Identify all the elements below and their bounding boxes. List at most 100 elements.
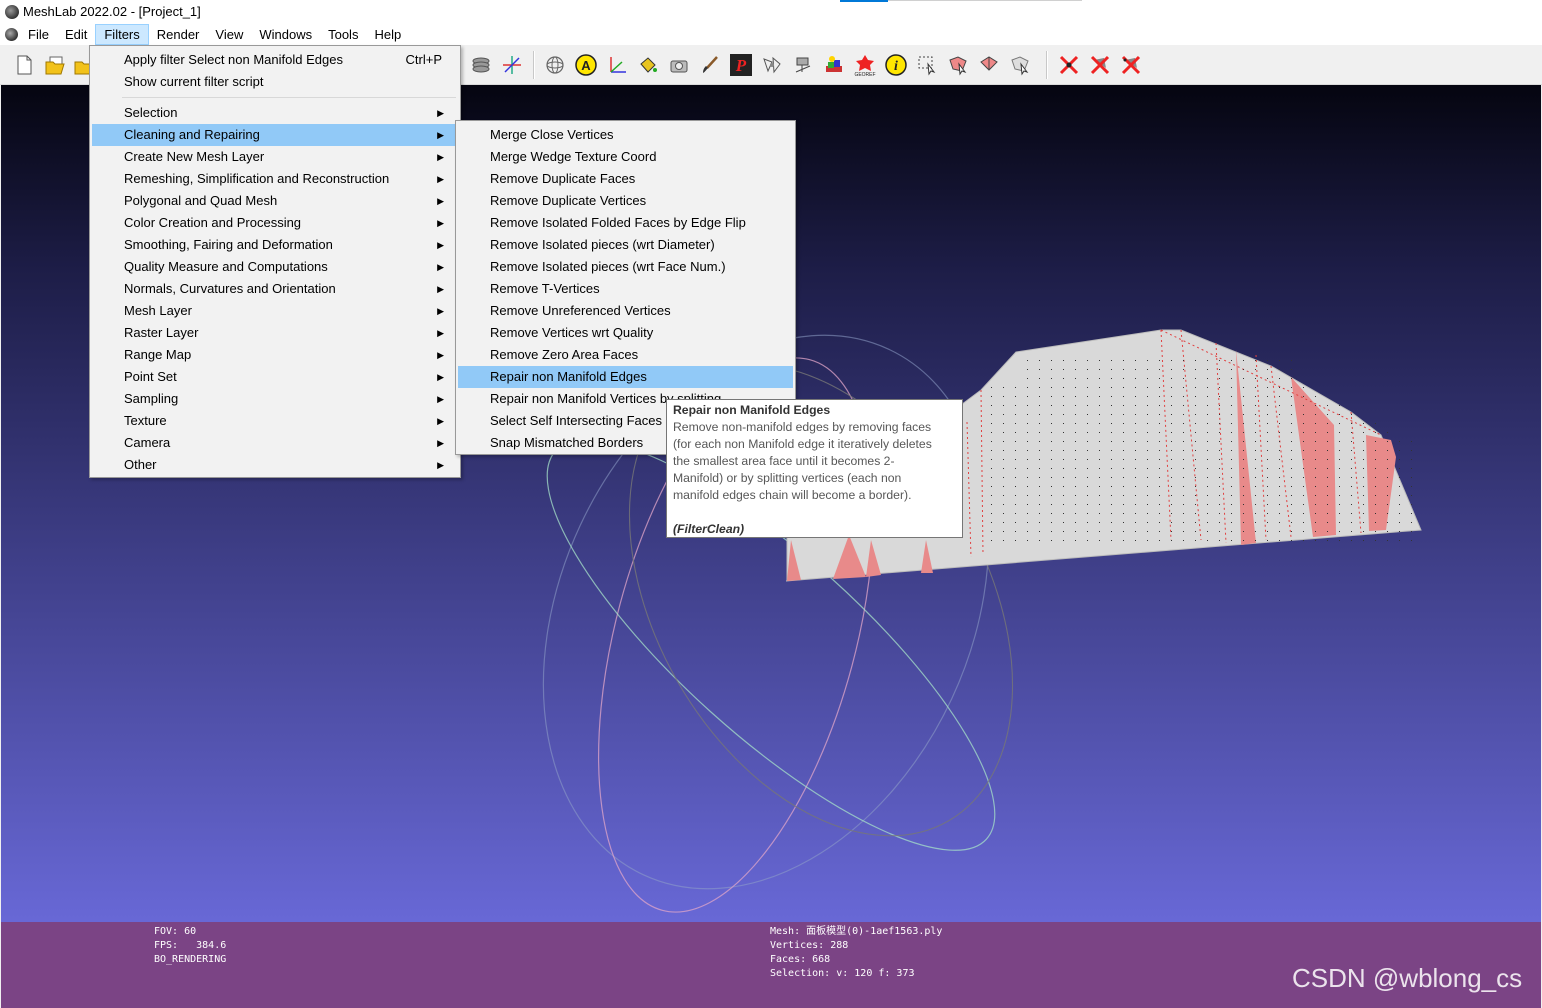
submenu-item[interactable]: Remove Duplicate Faces [458,168,793,190]
submenu-arrow-icon: ▶ [437,328,444,338]
brush-icon[interactable] [698,53,722,77]
submenu-arrow-icon: ▶ [437,460,444,470]
system-menu-icon[interactable] [5,27,18,41]
menu-separator [122,97,456,98]
delete-vertices-icon[interactable] [1057,53,1081,77]
menu-label: Mesh Layer [124,303,192,318]
menu-cleaning-and-repairing[interactable]: Cleaning and Repairing ▶ [92,124,458,146]
show-filter-script-item[interactable]: Show current filter script [92,71,458,93]
menu-polygonal-quad-mesh[interactable]: Polygonal and Quad Mesh ▶ [92,190,458,212]
submenu-item-repair-non-manifold-edges[interactable]: Repair non Manifold Edges [458,366,793,388]
menu-view[interactable]: View [207,24,251,45]
svg-text:P: P [735,56,747,75]
layers-icon[interactable] [469,53,493,77]
menu-quality-measure[interactable]: Quality Measure and Computations ▶ [92,256,458,278]
menu-help[interactable]: Help [366,24,409,45]
raster-icon[interactable] [791,53,815,77]
submenu-item[interactable]: Remove Isolated pieces (wrt Face Num.) [458,256,793,278]
georef-icon[interactable]: GEOREF [853,53,877,77]
open-project-icon[interactable] [43,53,67,77]
render-info: FOV: 60 FPS: 384.6 BO_RENDERING [154,925,226,967]
tooltip-filter-class: (FilterClean) [673,522,745,536]
menu-label: Polygonal and Quad Mesh [124,193,278,208]
apply-filter-item[interactable]: Apply filter Select non Manifold Edges C… [92,49,458,71]
fps-text: FPS: 384.6 [154,940,227,951]
submenu-item[interactable]: Remove Isolated pieces (wrt Diameter) [458,234,793,256]
camera-icon[interactable] [667,53,691,77]
select-vertices-icon[interactable] [915,53,939,77]
apply-filter-shortcut: Ctrl+P [405,52,442,67]
watermark: CSDN @wblong_cs [1292,963,1523,993]
tooltip-line: the smallest area face until it becomes … [673,454,895,468]
menu-camera[interactable]: Camera ▶ [92,432,458,454]
menu-texture[interactable]: Texture ▶ [92,410,458,432]
menu-windows[interactable]: Windows [251,24,320,45]
menu-other[interactable]: Other ▶ [92,454,458,476]
submenu-arrow-icon: ▶ [437,108,444,118]
tooltip-line: (for each non Manifold edge it iterative… [673,437,932,451]
select-pointer-icon[interactable] [1008,53,1032,77]
menu-file[interactable]: File [20,24,57,45]
submenu-item[interactable]: Remove Duplicate Vertices [458,190,793,212]
submenu-item[interactable]: Remove Zero Area Faces [458,344,793,366]
menu-mesh-layer[interactable]: Mesh Layer ▶ [92,300,458,322]
filters-dropdown: Apply filter Select non Manifold Edges C… [89,45,461,478]
submenu-arrow-icon: ▶ [437,416,444,426]
selection-text: Selection: v: 120 f: 373 [770,968,915,979]
submenu-arrow-icon: ▶ [437,218,444,228]
pickpoints-icon[interactable]: P [729,53,753,77]
submenu-item[interactable]: Remove Unreferenced Vertices [458,300,793,322]
new-project-icon[interactable] [12,53,36,77]
measure-icon[interactable] [605,53,629,77]
menu-sampling[interactable]: Sampling ▶ [92,388,458,410]
delete-faces-icon[interactable] [1088,53,1112,77]
menu-normals-curvatures[interactable]: Normals, Curvatures and Orientation ▶ [92,278,458,300]
menu-raster-layer[interactable]: Raster Layer ▶ [92,322,458,344]
menu-remeshing[interactable]: Remeshing, Simplification and Reconstruc… [92,168,458,190]
info-icon[interactable]: i [884,53,908,77]
submenu-arrow-icon: ▶ [437,350,444,360]
menu-label: Smoothing, Fairing and Deformation [124,237,333,252]
menu-render[interactable]: Render [149,24,208,45]
faces-text: Faces: 668 [770,954,831,965]
menu-point-set[interactable]: Point Set ▶ [92,366,458,388]
menu-smoothing[interactable]: Smoothing, Fairing and Deformation ▶ [92,234,458,256]
open-folder-icon[interactable] [73,53,89,77]
submenu-item[interactable]: Remove Vertices wrt Quality [458,322,793,344]
menu-filters[interactable]: Filters [95,23,149,45]
menu-color-creation[interactable]: Color Creation and Processing ▶ [92,212,458,234]
submenu-arrow-icon: ▶ [437,284,444,294]
menu-edit[interactable]: Edit [57,24,95,45]
select-connected-icon[interactable] [977,53,1001,77]
axis-icon[interactable] [500,53,524,77]
delete-faces-vertices-icon[interactable] [1119,53,1143,77]
svg-text:A: A [581,58,591,73]
menu-create-new-mesh-layer[interactable]: Create New Mesh Layer ▶ [92,146,458,168]
submenu-arrow-icon: ▶ [437,306,444,316]
submenu-arrow-icon: ▶ [437,174,444,184]
title-bar: MeshLab 2022.02 - [Project_1] [0,0,1542,23]
menu-bar: File Edit Filters Render View Windows To… [0,23,1542,45]
trackball-icon[interactable] [543,53,567,77]
select-faces-icon[interactable] [946,53,970,77]
menu-selection[interactable]: Selection ▶ [92,102,458,124]
menu-label: Point Set [124,369,177,384]
submenu-item[interactable]: Merge Wedge Texture Coord [458,146,793,168]
color-icon[interactable] [822,53,846,77]
filter-tooltip: Repair non Manifold Edges Remove non-man… [666,399,963,538]
align-icon[interactable] [760,53,784,77]
tooltip-title: Repair non Manifold Edges [673,403,831,417]
menu-label: Remeshing, Simplification and Reconstruc… [124,171,390,186]
menu-label: Color Creation and Processing [124,215,302,230]
submenu-item[interactable]: Merge Close Vertices [458,124,793,146]
submenu-item[interactable]: Remove T-Vertices [458,278,793,300]
tooltip-line: Manifold) or by splitting vertices (each… [673,471,902,485]
menu-range-map[interactable]: Range Map ▶ [92,344,458,366]
window-title: MeshLab 2022.02 - [Project_1] [23,4,201,19]
paint-bucket-icon[interactable] [636,53,660,77]
menu-label: Range Map [124,347,192,362]
menu-tools[interactable]: Tools [320,24,366,45]
submenu-item[interactable]: Remove Isolated Folded Faces by Edge Fli… [458,212,793,234]
menu-label: Raster Layer [124,325,199,340]
annotation-a-icon[interactable]: A [574,53,598,77]
